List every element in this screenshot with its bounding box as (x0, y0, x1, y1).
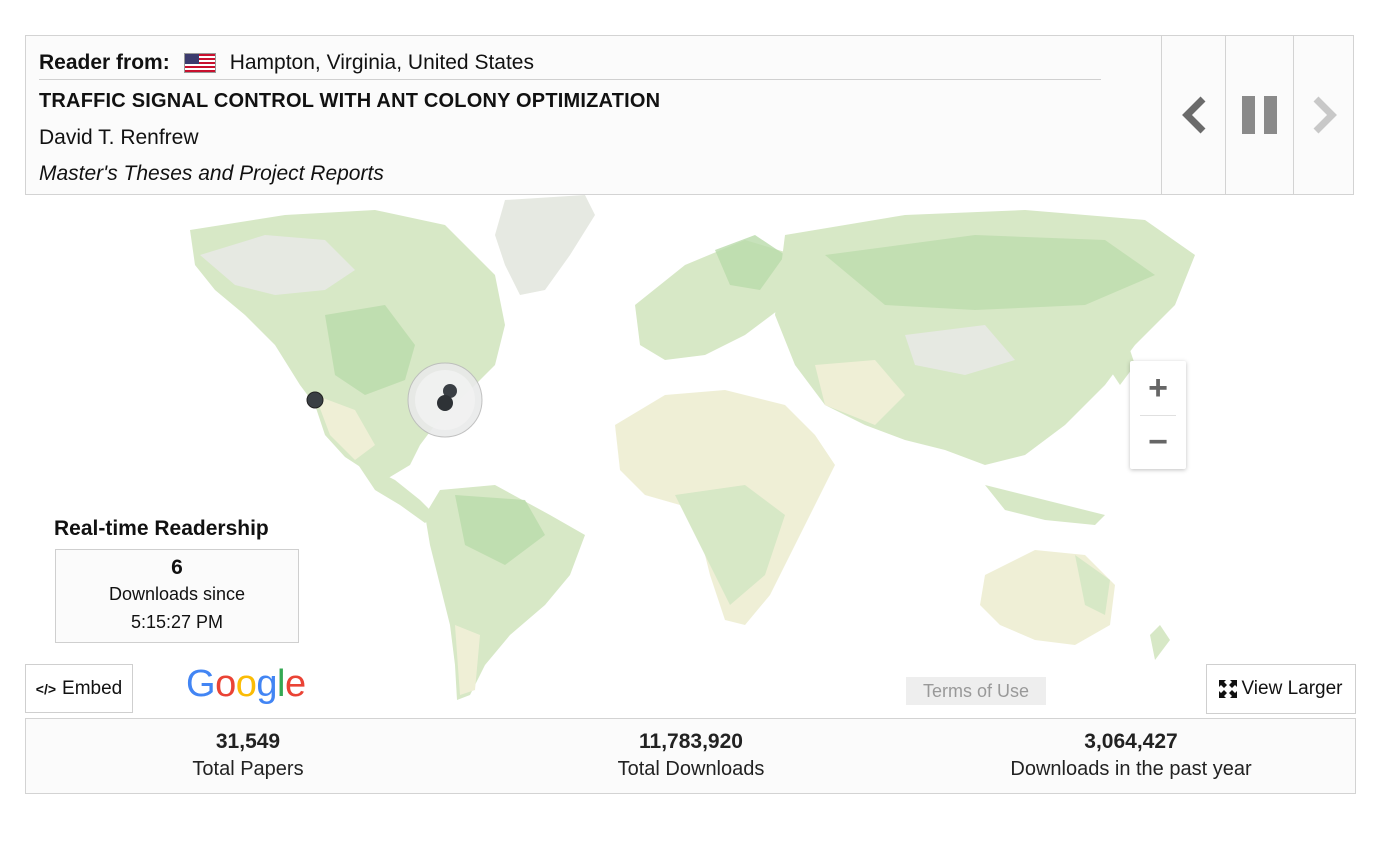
stat-value: 3,064,427 (1084, 730, 1178, 753)
expand-icon (1219, 680, 1238, 698)
stat-label: Total Papers (192, 758, 304, 780)
code-icon: </> (35, 680, 57, 697)
google-letter: o (215, 663, 236, 705)
realtime-title: Real-time Readership (54, 517, 269, 540)
next-button[interactable] (1293, 36, 1356, 194)
chevron-left-icon (1182, 96, 1206, 134)
reader-info-panel: Reader from: Hampton, Virginia, United S… (25, 35, 1354, 195)
stat-value: 11,783,920 (639, 730, 743, 753)
realtime-count: 6 (171, 556, 183, 579)
chevron-right-icon (1313, 96, 1337, 134)
reader-from-row: Reader from: Hampton, Virginia, United S… (39, 46, 1101, 80)
stat-total-papers: 31,549 Total Papers (168, 729, 328, 783)
google-letter: g (256, 663, 277, 705)
greenland-landmass (495, 195, 595, 295)
reader-from-label: Reader from: (39, 50, 170, 74)
stats-bar: 31,549 Total Papers 11,783,920 Total Dow… (25, 718, 1356, 794)
paper-collection[interactable]: Master's Theses and Project Reports (39, 162, 384, 186)
zoom-out-button[interactable]: − (1130, 415, 1186, 469)
google-letter: o (235, 663, 257, 705)
view-larger-label: View Larger (1241, 678, 1343, 699)
google-letter: e (284, 663, 306, 705)
stat-label: Total Downloads (617, 758, 765, 780)
google-logo: Google (186, 663, 306, 706)
google-letter: l (276, 663, 285, 705)
terms-of-use-link[interactable]: Terms of Use (906, 677, 1046, 705)
stat-downloads-past-year: 3,064,427 Downloads in the past year (986, 729, 1276, 783)
zoom-in-button[interactable]: + (1130, 361, 1186, 415)
stat-value: 31,549 (215, 730, 281, 753)
map-zoom-control: + − (1130, 361, 1186, 469)
embed-label: Embed (62, 677, 123, 699)
pause-button[interactable] (1225, 36, 1294, 194)
realtime-time: 5:15:27 PM (130, 612, 224, 632)
realtime-label: Downloads since (108, 584, 246, 604)
realtime-box: 6 Downloads since 5:15:27 PM (55, 549, 299, 643)
pause-icon (1242, 96, 1277, 134)
reader-marker-active (437, 395, 453, 411)
embed-button[interactable]: </> Embed (25, 664, 133, 713)
us-flag-icon (183, 52, 216, 73)
paper-title[interactable]: TRAFFIC SIGNAL CONTROL WITH ANT COLONY O… (39, 90, 660, 113)
view-larger-button[interactable]: View Larger (1206, 664, 1356, 714)
previous-button[interactable] (1161, 36, 1226, 194)
indonesia-landmass (985, 485, 1105, 525)
reader-marker-west (306, 391, 324, 409)
new-zealand-landmass (1150, 625, 1170, 660)
paper-author: David T. Renfrew (39, 126, 199, 149)
stat-label: Downloads in the past year (1010, 758, 1252, 780)
reader-location: Hampton, Virginia, United States (229, 50, 534, 74)
stat-total-downloads: 11,783,920 Total Downloads (586, 729, 796, 783)
google-letter: G (186, 663, 216, 705)
